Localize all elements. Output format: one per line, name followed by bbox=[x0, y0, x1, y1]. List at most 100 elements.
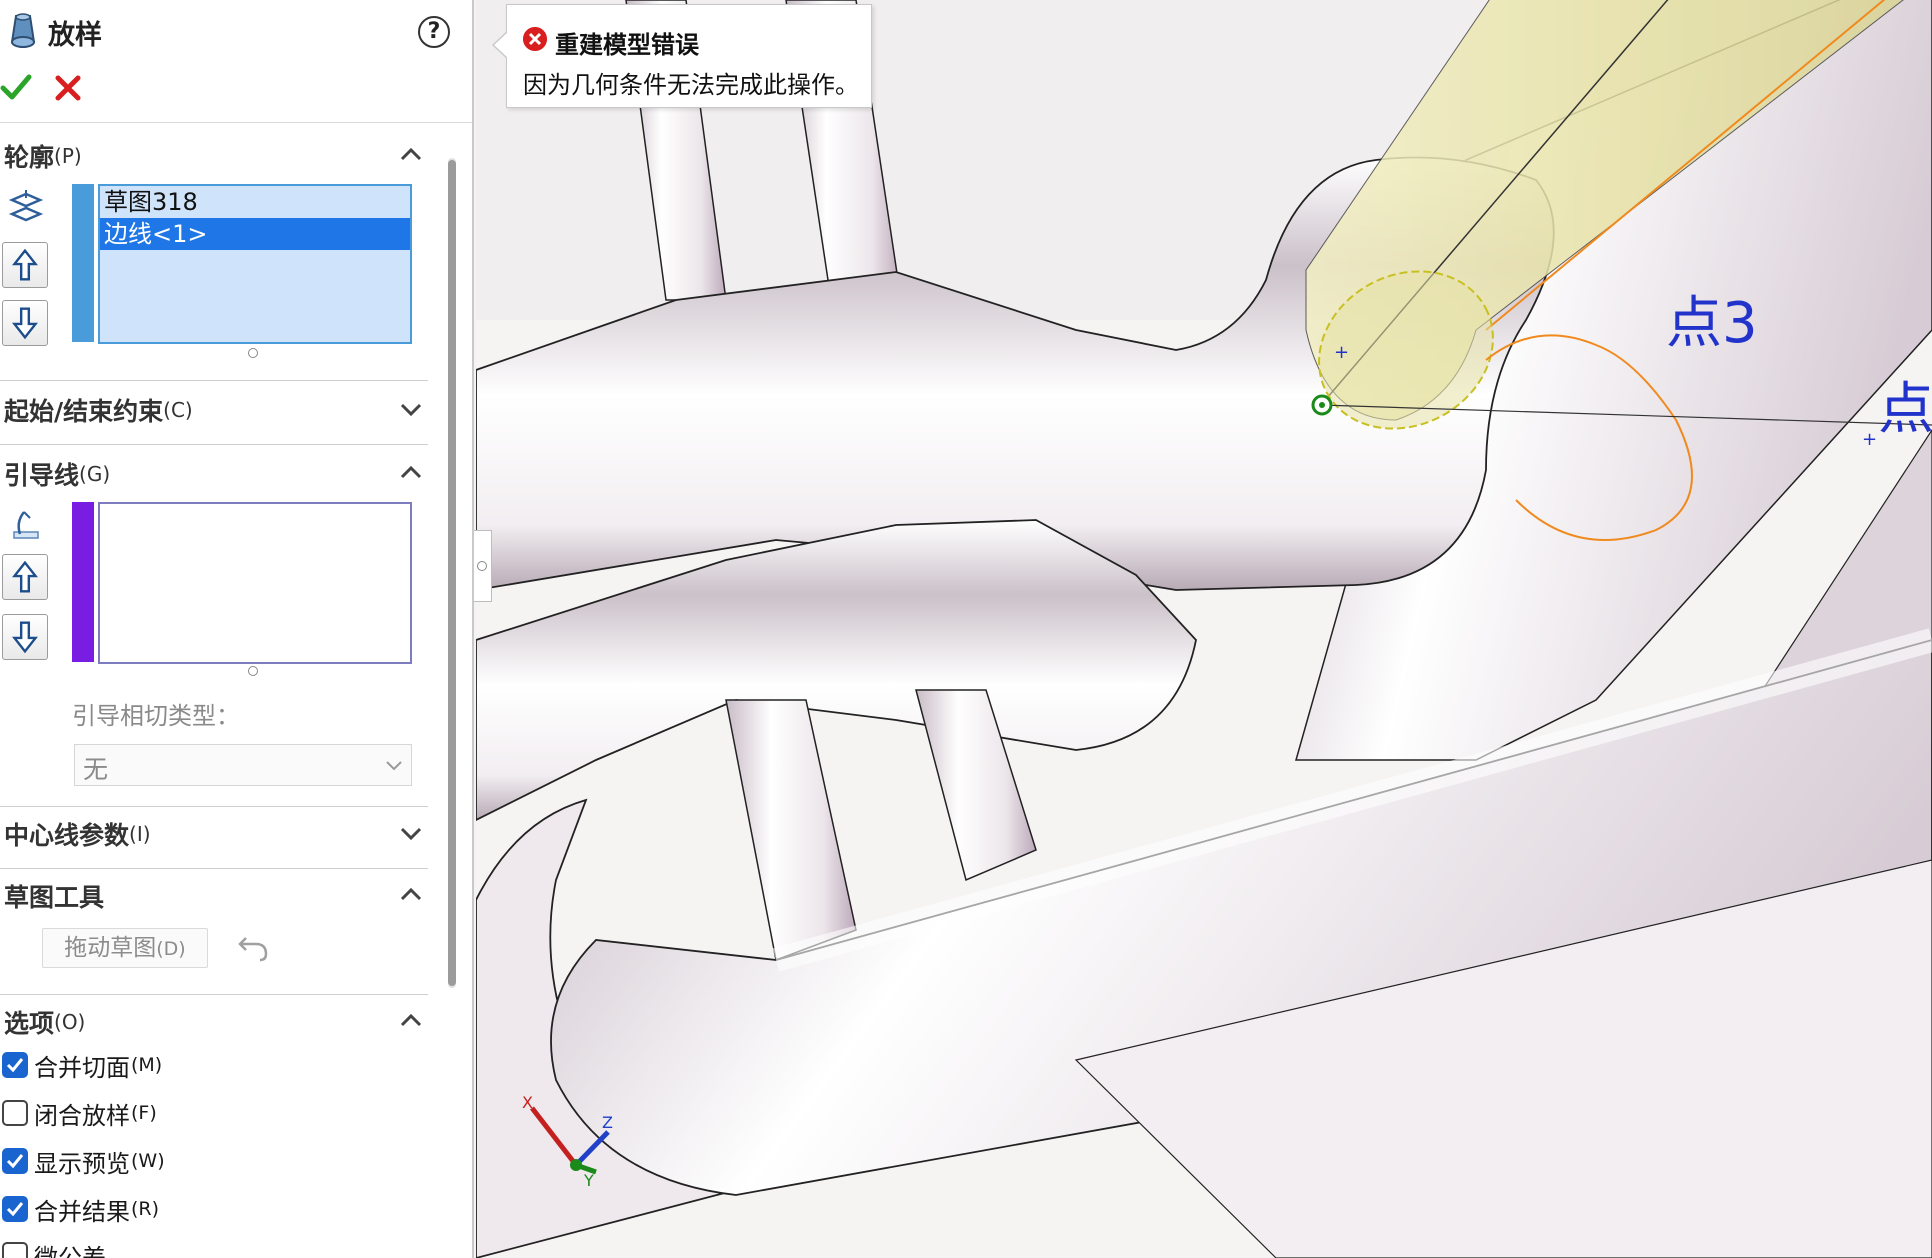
plus-marker-2: + bbox=[1862, 429, 1877, 450]
checkbox-checked[interactable] bbox=[2, 1052, 28, 1078]
section-title-centerline: 中心线参数 bbox=[4, 821, 130, 850]
section-header-sketch-tools[interactable]: 草图工具 bbox=[4, 876, 426, 916]
section-title-sketch-tools: 草图工具 bbox=[4, 883, 105, 912]
point-3-label: 点3 bbox=[1666, 291, 1758, 356]
panel-splitter-handle[interactable] bbox=[474, 530, 492, 602]
arrow-down-icon bbox=[12, 307, 38, 340]
guide-move-down-button[interactable] bbox=[2, 614, 48, 660]
chevron-up-icon[interactable] bbox=[398, 462, 424, 484]
check-icon bbox=[6, 1202, 24, 1217]
chevron-down-icon[interactable] bbox=[398, 398, 424, 420]
arrow-down-icon bbox=[12, 621, 38, 654]
chevron-up-icon[interactable] bbox=[398, 1010, 424, 1032]
section-key-guides: (G) bbox=[79, 462, 111, 486]
section-title-profiles: 轮廓 bbox=[4, 143, 55, 172]
rebuild-error-tooltip: 重建模型错误 因为几何条件无法完成此操作。 bbox=[492, 4, 872, 108]
plus-marker-1: + bbox=[1334, 342, 1349, 363]
header-divider bbox=[0, 122, 472, 123]
feature-header: 放样 bbox=[6, 10, 102, 54]
check-icon bbox=[6, 1154, 24, 1169]
section-divider bbox=[0, 994, 428, 995]
guide-tangency-value: 无 bbox=[83, 755, 109, 784]
option-label: 微公差 bbox=[34, 1243, 106, 1258]
option-key: (R) bbox=[131, 1198, 160, 1220]
option-micro-tolerance[interactable]: 微公差 bbox=[2, 1238, 106, 1258]
profile-color-bar bbox=[72, 184, 94, 342]
option-key: (W) bbox=[131, 1150, 165, 1172]
drag-sketch-button: 拖动草图(D) bbox=[42, 928, 208, 968]
error-message: 因为几何条件无法完成此操作。 bbox=[523, 71, 859, 99]
sketch-point-center bbox=[1319, 402, 1325, 408]
guide-tangency-select: 无 bbox=[74, 744, 412, 786]
tooltip-tail-inner bbox=[494, 32, 508, 58]
section-divider bbox=[0, 444, 428, 445]
triad-z-label: Z bbox=[602, 1113, 613, 1132]
option-label: 合并切面 bbox=[34, 1053, 130, 1082]
section-divider bbox=[0, 806, 428, 807]
profile-item[interactable]: 草图318 bbox=[100, 186, 410, 218]
undo-icon bbox=[238, 937, 268, 962]
checkbox-unchecked[interactable] bbox=[2, 1100, 28, 1126]
checkbox-unchecked[interactable] bbox=[2, 1242, 28, 1258]
profile-move-down-button[interactable] bbox=[2, 300, 48, 346]
arrow-up-icon bbox=[12, 248, 38, 281]
section-header-profiles[interactable]: 轮廓 (P) bbox=[4, 136, 426, 176]
option-label: 闭合放样 bbox=[34, 1101, 130, 1130]
option-close-loft[interactable]: 闭合放样 (F) bbox=[2, 1096, 157, 1130]
guide-tangency-label: 引导相切类型： bbox=[72, 702, 240, 730]
section-header-options[interactable]: 选项 (O) bbox=[4, 1002, 426, 1042]
profile-item-selected[interactable]: 边线<1> bbox=[100, 218, 410, 250]
option-label: 显示预览 bbox=[34, 1149, 130, 1178]
section-key-profiles: (P) bbox=[54, 144, 82, 168]
triad-x-label: X bbox=[522, 1093, 533, 1112]
triad-y-label: Y bbox=[583, 1171, 594, 1190]
section-header-start-end[interactable]: 起始/结束约束 (C) bbox=[4, 390, 426, 430]
guide-move-up-button[interactable] bbox=[2, 554, 48, 600]
drag-sketch-label: 拖动草图 bbox=[64, 935, 157, 961]
drag-sketch-key: (D) bbox=[156, 938, 186, 960]
graphics-viewport[interactable]: + + X Z Y 点3 点 bbox=[476, 0, 1932, 1258]
error-icon bbox=[523, 27, 547, 51]
chevron-up-icon[interactable] bbox=[398, 884, 424, 906]
chevron-down-icon bbox=[386, 761, 402, 771]
property-manager-panel: 放样 ? 轮廓 (P) 草图318 边线<1> 起始/结束约束 (C) 引导线 bbox=[0, 0, 474, 1258]
section-title-guides: 引导线 bbox=[4, 461, 80, 490]
option-key: (F) bbox=[131, 1102, 157, 1124]
splitter-grip-icon bbox=[477, 561, 487, 571]
feature-title: 放样 bbox=[48, 19, 102, 51]
option-merge-result[interactable]: 合并结果 (R) bbox=[2, 1192, 159, 1226]
point-label-partial: 点 bbox=[1878, 377, 1932, 442]
section-key-start-end: (C) bbox=[163, 398, 193, 422]
section-key-options: (O) bbox=[54, 1010, 86, 1034]
guide-color-bar bbox=[72, 502, 94, 662]
profile-icon bbox=[8, 190, 44, 222]
help-icon[interactable]: ? bbox=[418, 16, 450, 48]
profile-list-resize-handle[interactable] bbox=[248, 348, 258, 358]
option-show-preview[interactable]: 显示预览 (W) bbox=[2, 1144, 165, 1178]
ok-checkmark-icon[interactable] bbox=[0, 70, 32, 104]
section-key-centerline: (I) bbox=[129, 822, 151, 846]
section-divider bbox=[0, 380, 428, 381]
chevron-up-icon[interactable] bbox=[398, 144, 424, 166]
section-title-options: 选项 bbox=[4, 1009, 55, 1038]
section-header-centerline[interactable]: 中心线参数 (I) bbox=[4, 814, 426, 854]
chevron-down-icon[interactable] bbox=[398, 822, 424, 844]
guide-listbox[interactable] bbox=[98, 502, 412, 664]
option-key: (M) bbox=[131, 1054, 163, 1076]
profile-listbox[interactable]: 草图318 边线<1> bbox=[98, 184, 412, 344]
cancel-x-icon[interactable] bbox=[52, 70, 84, 104]
profile-move-up-button[interactable] bbox=[2, 242, 48, 288]
option-merge-tangent-faces[interactable]: 合并切面 (M) bbox=[2, 1048, 162, 1082]
checkbox-checked[interactable] bbox=[2, 1148, 28, 1174]
loft-feature-icon bbox=[10, 13, 36, 48]
arrow-up-icon bbox=[12, 560, 38, 593]
section-header-guides[interactable]: 引导线 (G) bbox=[4, 454, 426, 494]
section-title-start-end: 起始/结束约束 bbox=[4, 397, 164, 426]
model-scene[interactable]: + + X Z Y bbox=[476, 0, 1932, 1258]
guide-list-resize-handle[interactable] bbox=[248, 666, 258, 676]
checkbox-checked[interactable] bbox=[2, 1196, 28, 1222]
check-icon bbox=[6, 1058, 24, 1073]
guide-curve-icon bbox=[13, 511, 39, 539]
panel-scrollbar-thumb[interactable] bbox=[448, 160, 456, 986]
option-label: 合并结果 bbox=[34, 1197, 130, 1226]
